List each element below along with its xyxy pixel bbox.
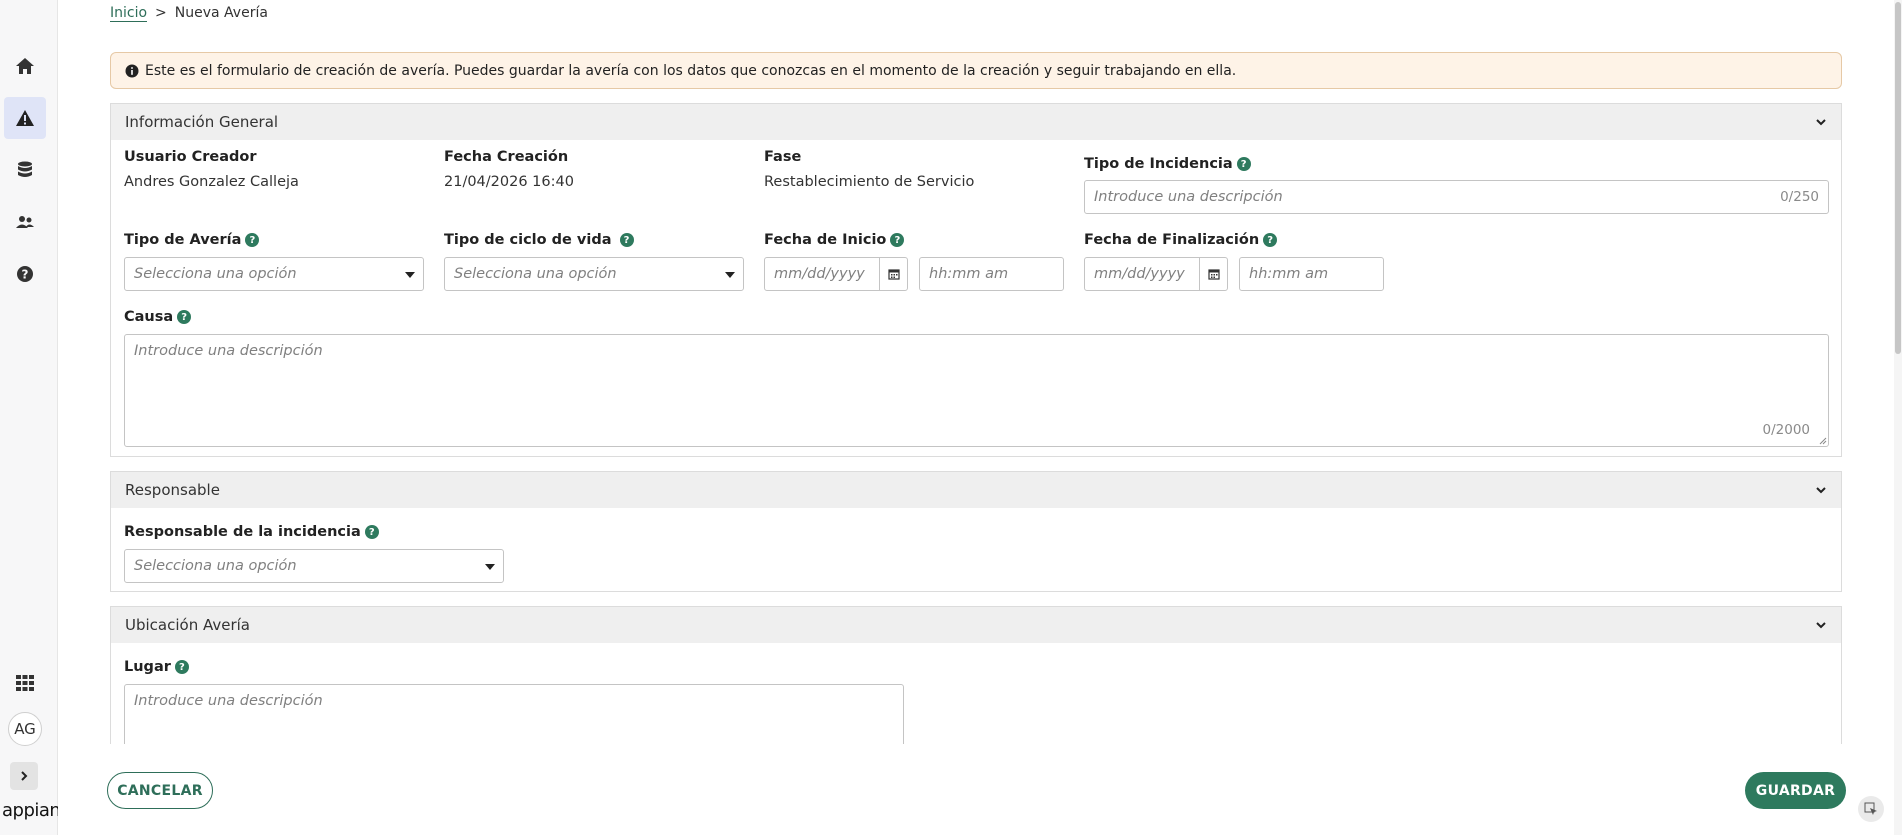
page-scrollbar[interactable] <box>1894 0 1902 835</box>
nav-home[interactable] <box>4 45 46 87</box>
creator-label: Usuario Creador <box>124 149 257 165</box>
section-location-header[interactable]: Ubicación Avería <box>111 607 1841 643</box>
main-content: Inicio > Nueva Avería Este es el formula… <box>58 0 1894 835</box>
responsible-label: Responsable de la incidencia ? <box>124 524 379 540</box>
help-icon[interactable]: ? <box>890 233 905 247</box>
apps-grid-button[interactable] <box>4 662 46 704</box>
section-responsible-header[interactable]: Responsable <box>111 472 1841 508</box>
section-responsible: Responsable Responsable de la incidencia… <box>110 471 1842 592</box>
user-avatar[interactable]: AG <box>8 712 42 746</box>
incident-type-counter: 0/250 <box>1780 189 1819 205</box>
resize-handle-icon[interactable] <box>1819 437 1827 445</box>
info-banner: Este es el formulario de creación de ave… <box>110 52 1842 89</box>
help-icon[interactable]: ? <box>364 525 379 539</box>
help-icon[interactable]: ? <box>174 660 189 674</box>
created-date-value: 21/04/2026 16:40 <box>444 174 574 190</box>
lifecycle-label: Tipo de ciclo de vida ? <box>444 232 634 248</box>
app-sidebar: ? AG appian <box>0 0 61 835</box>
section-general-title: Información General <box>125 113 279 131</box>
end-date-label: Fecha de Finalización ? <box>1084 232 1278 248</box>
breadcrumb-home-link[interactable]: Inicio <box>110 5 148 22</box>
cause-label: Causa ? <box>124 309 192 325</box>
help-icon[interactable]: ? <box>619 233 634 247</box>
dropdown-caret-icon <box>725 272 735 278</box>
breadcrumb-separator: > <box>155 5 167 21</box>
section-location: Ubicación Avería Lugar ? Introduce una d… <box>110 606 1842 754</box>
home-icon <box>16 58 34 74</box>
section-general-info: Información General Usuario Creador Andr… <box>110 103 1842 457</box>
cause-counter: 0/2000 <box>1762 422 1811 438</box>
save-button[interactable]: GUARDAR <box>1745 772 1846 809</box>
cause-textarea[interactable]: Introduce una descripción 0/2000 <box>124 334 1829 447</box>
calendar-icon[interactable] <box>879 258 907 290</box>
scrollbar-thumb[interactable] <box>1895 2 1901 354</box>
info-icon <box>125 64 139 77</box>
users-icon <box>16 216 34 228</box>
help-icon[interactable]: ? <box>177 310 192 324</box>
start-time-input[interactable]: hh:mm am <box>919 257 1064 291</box>
nav-data[interactable] <box>4 149 46 191</box>
nav-alerts[interactable] <box>4 97 46 139</box>
cancel-button[interactable]: CANCELAR <box>107 772 213 809</box>
chevron-down-icon[interactable] <box>1815 116 1827 128</box>
grid-icon <box>16 675 34 691</box>
nav-help[interactable]: ? <box>4 253 46 295</box>
cursor-icon <box>1864 802 1877 815</box>
footer-bar <box>58 744 1894 835</box>
place-label: Lugar ? <box>124 659 189 675</box>
chevron-down-icon[interactable] <box>1815 484 1827 496</box>
start-date-input[interactable]: mm/dd/yyyy <box>764 257 908 291</box>
fault-type-select[interactable]: Selecciona una opción <box>124 257 424 291</box>
help-icon[interactable]: ? <box>1236 157 1251 171</box>
database-icon <box>18 161 32 177</box>
dropdown-caret-icon <box>485 564 495 570</box>
section-responsible-title: Responsable <box>125 481 220 499</box>
warning-icon <box>16 110 34 126</box>
help-circle-icon: ? <box>17 266 33 282</box>
calendar-icon[interactable] <box>1199 258 1227 290</box>
breadcrumb: Inicio > Nueva Avería <box>110 5 268 22</box>
section-general-header[interactable]: Información General <box>111 104 1841 140</box>
incident-type-label: Tipo de Incidencia ? <box>1084 156 1251 172</box>
nav-users[interactable] <box>4 201 46 243</box>
responsible-select[interactable]: Selecciona una opción <box>124 549 504 583</box>
section-location-title: Ubicación Avería <box>125 616 250 634</box>
chevron-down-icon[interactable] <box>1815 619 1827 631</box>
chevron-right-icon <box>21 771 28 781</box>
incident-type-input[interactable]: Introduce una descripción 0/250 <box>1084 180 1829 214</box>
breadcrumb-current: Nueva Avería <box>174 5 268 21</box>
help-icon[interactable]: ? <box>245 233 260 247</box>
end-date-input[interactable]: mm/dd/yyyy <box>1084 257 1228 291</box>
dropdown-caret-icon <box>405 272 415 278</box>
svg-text:?: ? <box>22 268 29 282</box>
end-time-input[interactable]: hh:mm am <box>1239 257 1384 291</box>
expand-sidebar-button[interactable] <box>10 762 38 790</box>
fault-type-label: Tipo de Avería ? <box>124 232 260 248</box>
info-banner-text: Este es el formulario de creación de ave… <box>145 62 1237 79</box>
appian-logo: appian <box>2 800 61 821</box>
feedback-button[interactable] <box>1858 796 1884 822</box>
phase-label: Fase <box>764 149 802 165</box>
created-date-label: Fecha Creación <box>444 149 569 165</box>
creator-value: Andres Gonzalez Calleja <box>124 174 299 190</box>
help-icon[interactable]: ? <box>1263 233 1278 247</box>
phase-value: Restablecimiento de Servicio <box>764 174 975 190</box>
lifecycle-select[interactable]: Selecciona una opción <box>444 257 744 291</box>
start-date-label: Fecha de Inicio ? <box>764 232 905 248</box>
